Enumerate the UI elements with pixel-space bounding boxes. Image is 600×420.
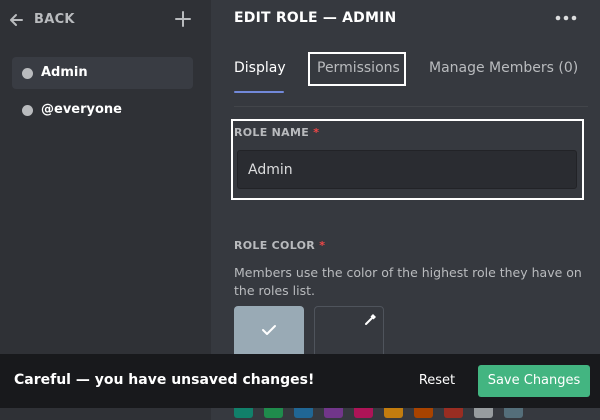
role-name-label: ROLE NAME * xyxy=(234,126,319,139)
role-color-label: ROLE COLOR * xyxy=(234,239,325,252)
tab-divider xyxy=(234,106,588,107)
active-tab-indicator xyxy=(234,91,284,93)
default-color-swatch[interactable] xyxy=(234,306,304,358)
eyedropper-icon xyxy=(365,314,376,325)
add-role-icon[interactable] xyxy=(174,10,192,28)
tab-manage-members[interactable]: Manage Members (0) xyxy=(429,60,578,76)
role-color-dot xyxy=(22,68,33,79)
role-color-dot xyxy=(22,105,33,116)
role-color-label-text: ROLE COLOR xyxy=(234,239,316,252)
custom-color-swatch[interactable] xyxy=(314,306,384,358)
unsaved-changes-bar: Careful — you have unsaved changes! Rese… xyxy=(0,354,600,408)
save-changes-button[interactable]: Save Changes xyxy=(478,365,590,397)
role-item-everyone[interactable]: @everyone xyxy=(12,94,193,126)
back-arrow-icon[interactable] xyxy=(8,12,24,28)
unsaved-changes-message: Careful — you have unsaved changes! xyxy=(14,372,315,388)
more-options-icon[interactable] xyxy=(554,9,578,27)
role-item-label: @everyone xyxy=(41,102,122,117)
reset-button[interactable]: Reset xyxy=(405,365,469,397)
page-title: EDIT ROLE — ADMIN xyxy=(234,10,397,26)
role-color-description: Members use the color of the highest rol… xyxy=(234,265,582,298)
check-icon xyxy=(262,325,276,335)
required-mark: * xyxy=(319,239,326,252)
role-name-label-text: ROLE NAME xyxy=(234,126,310,139)
role-item-admin[interactable]: Admin xyxy=(12,57,193,89)
role-name-input[interactable] xyxy=(237,150,577,189)
role-item-label: Admin xyxy=(41,65,88,80)
tab-display[interactable]: Display xyxy=(234,60,286,76)
required-mark: * xyxy=(313,126,320,139)
back-button[interactable]: BACK xyxy=(34,12,75,27)
tab-permissions[interactable]: Permissions xyxy=(308,52,406,86)
sidebar-header: BACK xyxy=(0,0,211,40)
